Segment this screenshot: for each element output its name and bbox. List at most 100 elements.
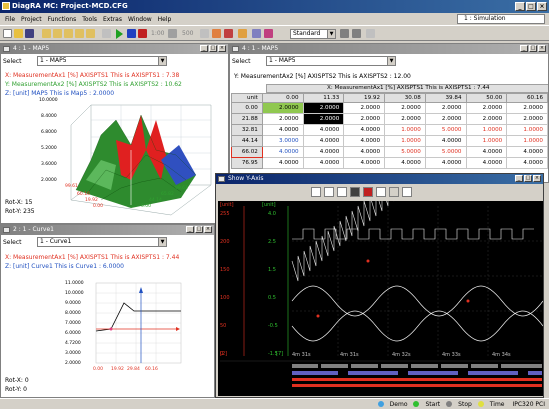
table-cell[interactable]: 2.0000 — [343, 102, 386, 114]
menu-file[interactable]: File — [2, 16, 18, 23]
table-cell[interactable]: 4.0000 — [302, 146, 345, 158]
settings-gear-icon[interactable] — [352, 29, 361, 38]
table-cell[interactable]: 2.0000 — [424, 102, 467, 114]
table-cell[interactable]: 4.0000 — [261, 124, 304, 136]
table-cell[interactable]: 1.0000 — [465, 124, 508, 136]
table-cell[interactable]: 2.0000 — [261, 102, 304, 114]
table-cell[interactable]: 5.0000 — [424, 146, 467, 158]
flash-icon[interactable] — [212, 29, 221, 38]
axis-icon[interactable] — [324, 187, 334, 197]
record-icon[interactable] — [168, 29, 177, 38]
table-cell[interactable]: 2.0000 — [384, 113, 426, 125]
table-cell[interactable]: 4.0000 — [343, 135, 386, 147]
print-icon[interactable] — [366, 29, 375, 38]
column-header[interactable]: 50.00 — [465, 93, 508, 103]
curve-plot[interactable] — [86, 281, 186, 371]
export-icon[interactable] — [264, 29, 273, 38]
close-button[interactable]: × — [537, 2, 547, 11]
minimize-button[interactable]: _ — [515, 2, 525, 11]
cursor-icon[interactable] — [311, 187, 321, 197]
table-cell[interactable]: 4.0000 — [424, 135, 467, 147]
calibrate-icon[interactable] — [200, 29, 209, 38]
menu-functions[interactable]: Functions — [45, 16, 80, 23]
menu-help[interactable]: Help — [155, 16, 175, 23]
column-header[interactable]: 0.00 — [261, 93, 304, 103]
table-cell[interactable]: 2.0000 — [261, 113, 304, 125]
simulation-select[interactable]: 1 : Simulation — [457, 14, 545, 24]
menu-extras[interactable]: Extras — [100, 16, 125, 23]
print-icon[interactable] — [402, 187, 412, 197]
scope-display[interactable]: [unit] [unit] 255 200 150 100 50 0 4.0 2… — [218, 201, 543, 396]
table-cell[interactable]: 4.0000 — [465, 157, 508, 169]
table-cell[interactable]: 3.0000 — [261, 135, 304, 147]
row-header[interactable]: 32.81 — [231, 124, 263, 136]
zoom-icon[interactable] — [340, 29, 349, 38]
table-cell[interactable]: 2.0000 — [465, 113, 508, 125]
pointer-icon[interactable] — [102, 29, 111, 38]
open-folder-icon[interactable] — [14, 29, 23, 38]
marker-icon[interactable] — [363, 187, 373, 197]
table-cell-selected[interactable]: 2.0000 — [302, 113, 345, 125]
map-icon[interactable] — [64, 29, 73, 38]
column-header[interactable]: 30.08 — [384, 93, 426, 103]
maximize-button[interactable]: □ — [524, 175, 532, 182]
table-cell-selected[interactable]: 2.0000 — [302, 102, 345, 114]
chart-icon[interactable] — [350, 187, 360, 197]
scope-icon[interactable] — [86, 29, 95, 38]
close-button[interactable]: × — [204, 226, 212, 233]
column-header[interactable]: 60.16 — [506, 93, 548, 103]
map-select[interactable]: 1 - MAP5 ▼ — [37, 56, 167, 66]
maximize-button[interactable]: □ — [526, 2, 536, 11]
minimize-button[interactable]: _ — [515, 175, 523, 182]
table-cell[interactable]: 5.0000 — [424, 124, 467, 136]
tool-icon[interactable] — [238, 29, 247, 38]
menu-tools[interactable]: Tools — [79, 16, 100, 23]
memory-icon[interactable] — [224, 29, 233, 38]
table-cell[interactable]: 2.0000 — [506, 102, 548, 114]
maximize-button[interactable]: □ — [209, 45, 217, 52]
column-header[interactable]: 19.92 — [343, 93, 386, 103]
table-cell[interactable]: 4.0000 — [261, 146, 304, 158]
menu-window[interactable]: Window — [125, 16, 155, 23]
table-cell[interactable]: 4.0000 — [506, 157, 548, 169]
row-header[interactable]: 44.14 — [231, 135, 263, 147]
table-cell[interactable]: 4.0000 — [343, 157, 386, 169]
link-icon[interactable] — [252, 29, 261, 38]
view-mode-select[interactable]: Standard ▼ — [290, 29, 336, 39]
menu-project[interactable]: Project — [18, 16, 45, 23]
table-cell[interactable]: 4.0000 — [302, 124, 345, 136]
table-cell[interactable]: 2.0000 — [384, 102, 426, 114]
minimize-button[interactable]: _ — [520, 45, 528, 52]
table-cell[interactable]: 2.0000 — [465, 102, 508, 114]
table-cell[interactable]: 4.0000 — [465, 146, 508, 158]
save-icon[interactable] — [25, 29, 34, 38]
table-cell[interactable]: 4.0000 — [302, 157, 345, 169]
close-button[interactable]: × — [538, 45, 546, 52]
settings-gear-icon[interactable] — [389, 187, 399, 197]
maximize-button[interactable]: □ — [529, 45, 537, 52]
close-button[interactable]: × — [218, 45, 226, 52]
table-cell[interactable]: 1.0000 — [506, 135, 548, 147]
table-cell[interactable]: 4.0000 — [424, 157, 467, 169]
config-icon[interactable] — [42, 29, 51, 38]
table-cell[interactable]: 1.0000 — [384, 135, 426, 147]
table-cell[interactable]: 4.0000 — [302, 135, 345, 147]
new-file-icon[interactable] — [3, 29, 12, 38]
table-cell[interactable]: 1.0000 — [506, 124, 548, 136]
row-header[interactable]: 0.00 — [231, 102, 263, 114]
step-icon[interactable] — [127, 29, 136, 38]
column-header[interactable]: 11.33 — [302, 93, 345, 103]
table-cell[interactable]: 4.0000 — [343, 124, 386, 136]
table-cell[interactable]: 4.0000 — [343, 146, 386, 158]
row-header[interactable]: 66.02 — [231, 146, 263, 158]
grid-icon[interactable] — [337, 187, 347, 197]
table-icon[interactable] — [376, 187, 386, 197]
table-cell[interactable]: 4.0000 — [384, 157, 426, 169]
stop-icon[interactable] — [138, 29, 147, 38]
table-cell[interactable]: 1.0000 — [465, 135, 508, 147]
maximize-button[interactable]: □ — [195, 226, 203, 233]
curve-icon[interactable] — [75, 29, 84, 38]
layout-icon[interactable] — [53, 29, 62, 38]
row-header[interactable]: 21.88 — [231, 113, 263, 125]
start-icon[interactable] — [116, 29, 123, 39]
